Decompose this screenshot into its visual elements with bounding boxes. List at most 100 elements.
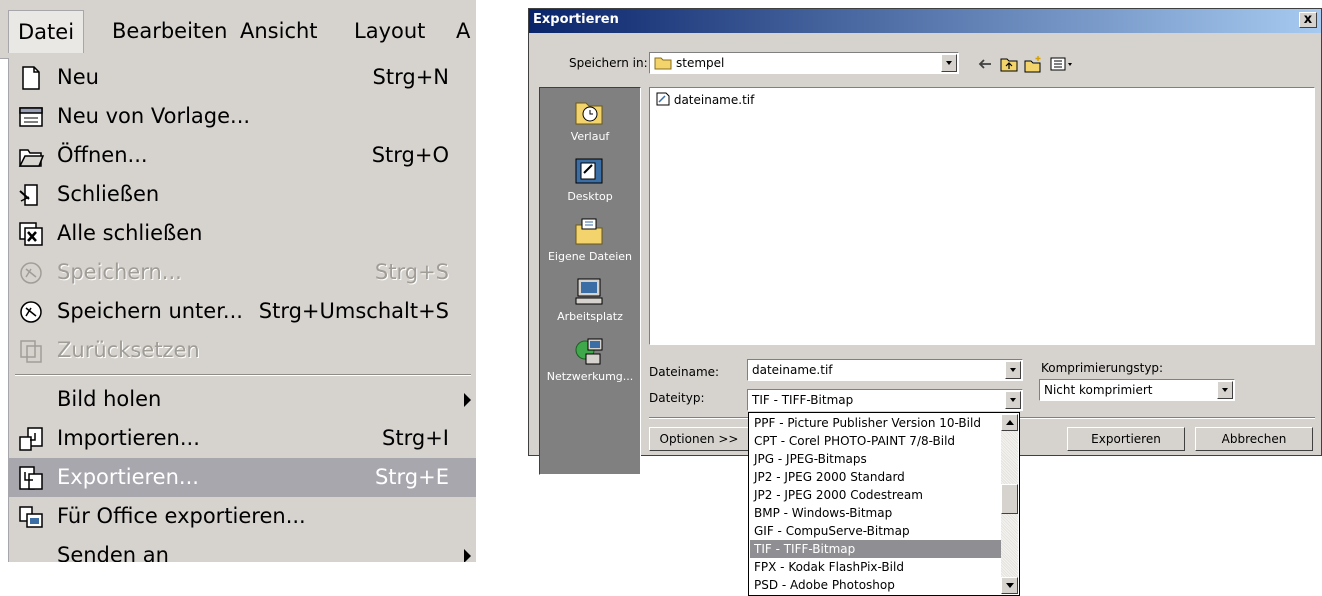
- place-label: Verlauf: [570, 130, 610, 143]
- menu-item-neu[interactable]: Neu Strg+N: [9, 58, 476, 97]
- menu-item-fuer-office-exportieren[interactable]: Für Office exportieren...: [9, 497, 476, 536]
- datei-menu-panel: Datei Bearbeiten Ansicht Layout A Neu St…: [0, 0, 476, 562]
- export-button[interactable]: Exportieren: [1067, 427, 1185, 451]
- menu-item-bild-holen[interactable]: Bild holen: [9, 380, 476, 419]
- close-document-icon: [19, 184, 38, 206]
- save-in-combo[interactable]: stempel: [649, 52, 959, 74]
- place-netzwerkumgebung[interactable]: Netzwerkumg...: [540, 332, 640, 392]
- dialog-titlebar[interactable]: Exportieren x: [529, 9, 1321, 33]
- menu-item-importieren[interactable]: Importieren... Strg+I: [9, 419, 476, 458]
- options-button[interactable]: Optionen >>: [649, 427, 749, 451]
- menu-item-zuruecksetzen[interactable]: Zurücksetzen: [9, 331, 476, 370]
- datei-dropdown: Neu Strg+N Neu von Vorlage... Öffnen... …: [8, 58, 476, 562]
- folder-icon: [654, 57, 672, 70]
- menu-item-label: Öffnen...: [57, 143, 148, 167]
- menu-item-alle-schliessen[interactable]: Alle schließen: [9, 214, 476, 253]
- place-arbeitsplatz[interactable]: Arbeitsplatz: [540, 272, 640, 332]
- menu-item-shortcut: Strg+N: [372, 65, 449, 89]
- filetype-option[interactable]: PPF - Picture Publisher Version 10-Bild: [750, 414, 1002, 432]
- filetype-option[interactable]: CPT - Corel PHOTO-PAINT 7/8-Bild: [750, 432, 1002, 450]
- filetype-option[interactable]: GIF - CompuServe-Bitmap: [750, 522, 1002, 540]
- revert-icon: [20, 340, 42, 363]
- menubar-item-ansicht[interactable]: Ansicht: [240, 14, 318, 48]
- filetype-option[interactable]: JPG - JPEG-Bitmaps: [750, 450, 1002, 468]
- menubar-item-datei[interactable]: Datei: [8, 10, 85, 53]
- place-verlauf[interactable]: Verlauf: [540, 92, 640, 152]
- menu-item-speichern[interactable]: Speichern... Strg+S: [9, 253, 476, 292]
- place-eigene-dateien[interactable]: Eigene Dateien: [540, 212, 640, 272]
- menubar-item-layout[interactable]: Layout: [354, 14, 425, 48]
- template-icon: [19, 107, 43, 127]
- network-icon: [575, 338, 603, 365]
- dropdown-arrow-icon[interactable]: [1217, 381, 1233, 399]
- save-in-label: Speichern in:: [569, 56, 648, 70]
- filetype-option[interactable]: FPX - Kodak FlashPix-Bild: [750, 558, 1002, 576]
- file-item[interactable]: dateiname.tif: [656, 92, 754, 107]
- place-label: Netzwerkumg...: [546, 370, 634, 383]
- filename-label: Dateiname:: [649, 365, 720, 379]
- filetype-option[interactable]: PSD - Adobe Photoshop: [750, 576, 1002, 594]
- save-as-icon: [20, 301, 42, 323]
- new-document-icon: [22, 66, 40, 90]
- list-scrollbar[interactable]: [1001, 414, 1018, 594]
- filename-value: dateiname.tif: [752, 363, 833, 377]
- back-arrow-icon[interactable]: [975, 55, 995, 73]
- close-button[interactable]: x: [1299, 12, 1317, 28]
- place-desktop[interactable]: Desktop: [540, 152, 640, 212]
- filetype-option[interactable]: JP2 - JPEG 2000 Codestream: [750, 486, 1002, 504]
- close-icon: x: [1303, 12, 1313, 27]
- menu-item-senden-an[interactable]: Senden an: [9, 536, 476, 562]
- dropdown-arrow-icon[interactable]: [1005, 391, 1021, 409]
- menu-item-oeffnen[interactable]: Öffnen... Strg+O: [9, 136, 476, 175]
- filetype-option[interactable]: BMP - Windows-Bitmap: [750, 504, 1002, 522]
- place-label: Desktop: [567, 190, 613, 203]
- places-bar: Verlauf Desktop Eigene Dateien Arbeitspl…: [539, 87, 641, 475]
- menu-item-label: Schließen: [57, 182, 160, 206]
- filetype-value: TIF - TIFF-Bitmap: [752, 393, 854, 407]
- up-folder-icon[interactable]: [999, 55, 1019, 73]
- new-folder-icon[interactable]: [1023, 55, 1043, 73]
- menu-separator: [15, 374, 471, 376]
- dropdown-arrow-icon[interactable]: [941, 54, 957, 72]
- office-export-icon: [19, 506, 43, 528]
- filetype-select[interactable]: TIF - TIFF-Bitmap: [747, 389, 1023, 411]
- view-menu-icon[interactable]: [1049, 55, 1075, 73]
- menubar-item-bearbeiten[interactable]: Bearbeiten: [112, 14, 227, 48]
- place-label: Arbeitsplatz: [557, 310, 623, 323]
- scroll-thumb[interactable]: [1001, 484, 1018, 514]
- compression-value: Nicht komprimiert: [1044, 383, 1153, 397]
- menu-item-label: Speichern...: [57, 260, 182, 284]
- menu-item-speichern-unter[interactable]: Speichern unter... Strg+Umschalt+S: [9, 292, 476, 331]
- menu-item-shortcut: Strg+E: [374, 465, 449, 489]
- filename-input[interactable]: dateiname.tif: [747, 359, 1023, 381]
- save-icon: [20, 262, 42, 284]
- filetype-dropdown-list[interactable]: PPF - Picture Publisher Version 10-Bild …: [748, 412, 1020, 596]
- compression-select[interactable]: Nicht komprimiert: [1039, 379, 1235, 401]
- compression-label: Komprimierungstyp:: [1041, 361, 1164, 375]
- menu-item-label: Neu: [57, 65, 99, 89]
- menu-item-neu-von-vorlage[interactable]: Neu von Vorlage...: [9, 97, 476, 136]
- menu-item-schliessen[interactable]: Schließen: [9, 175, 476, 214]
- menu-item-exportieren[interactable]: Exportieren... Strg+E: [9, 458, 476, 497]
- dropdown-arrow-icon[interactable]: [1005, 361, 1021, 379]
- cancel-button[interactable]: Abbrechen: [1195, 427, 1313, 451]
- export-dialog: Exportieren x Speichern in: stempel Verl…: [528, 8, 1322, 475]
- desktop-icon: [575, 158, 603, 184]
- file-name: dateiname.tif: [673, 93, 755, 107]
- menu-item-label: Neu von Vorlage...: [57, 104, 251, 128]
- file-list[interactable]: dateiname.tif: [649, 87, 1315, 345]
- save-in-value: stempel: [676, 56, 725, 70]
- menu-item-label: Zurücksetzen: [57, 338, 200, 362]
- open-folder-icon: [18, 149, 45, 167]
- scroll-up-icon[interactable]: [1001, 414, 1018, 431]
- scroll-down-icon[interactable]: [1001, 577, 1018, 594]
- import-icon: [19, 427, 43, 451]
- filetype-option[interactable]: JP2 - JPEG 2000 Standard: [750, 468, 1002, 486]
- menu-item-label: Speichern unter...: [57, 299, 243, 323]
- submenu-arrow-icon: [464, 549, 471, 562]
- menubar-item-a[interactable]: A: [456, 14, 470, 48]
- filetype-label: Dateityp:: [649, 391, 705, 405]
- filetype-option-selected[interactable]: TIF - TIFF-Bitmap: [750, 540, 1002, 558]
- place-label: Eigene Dateien: [547, 250, 633, 263]
- menu-item-shortcut: Strg+S: [374, 260, 449, 284]
